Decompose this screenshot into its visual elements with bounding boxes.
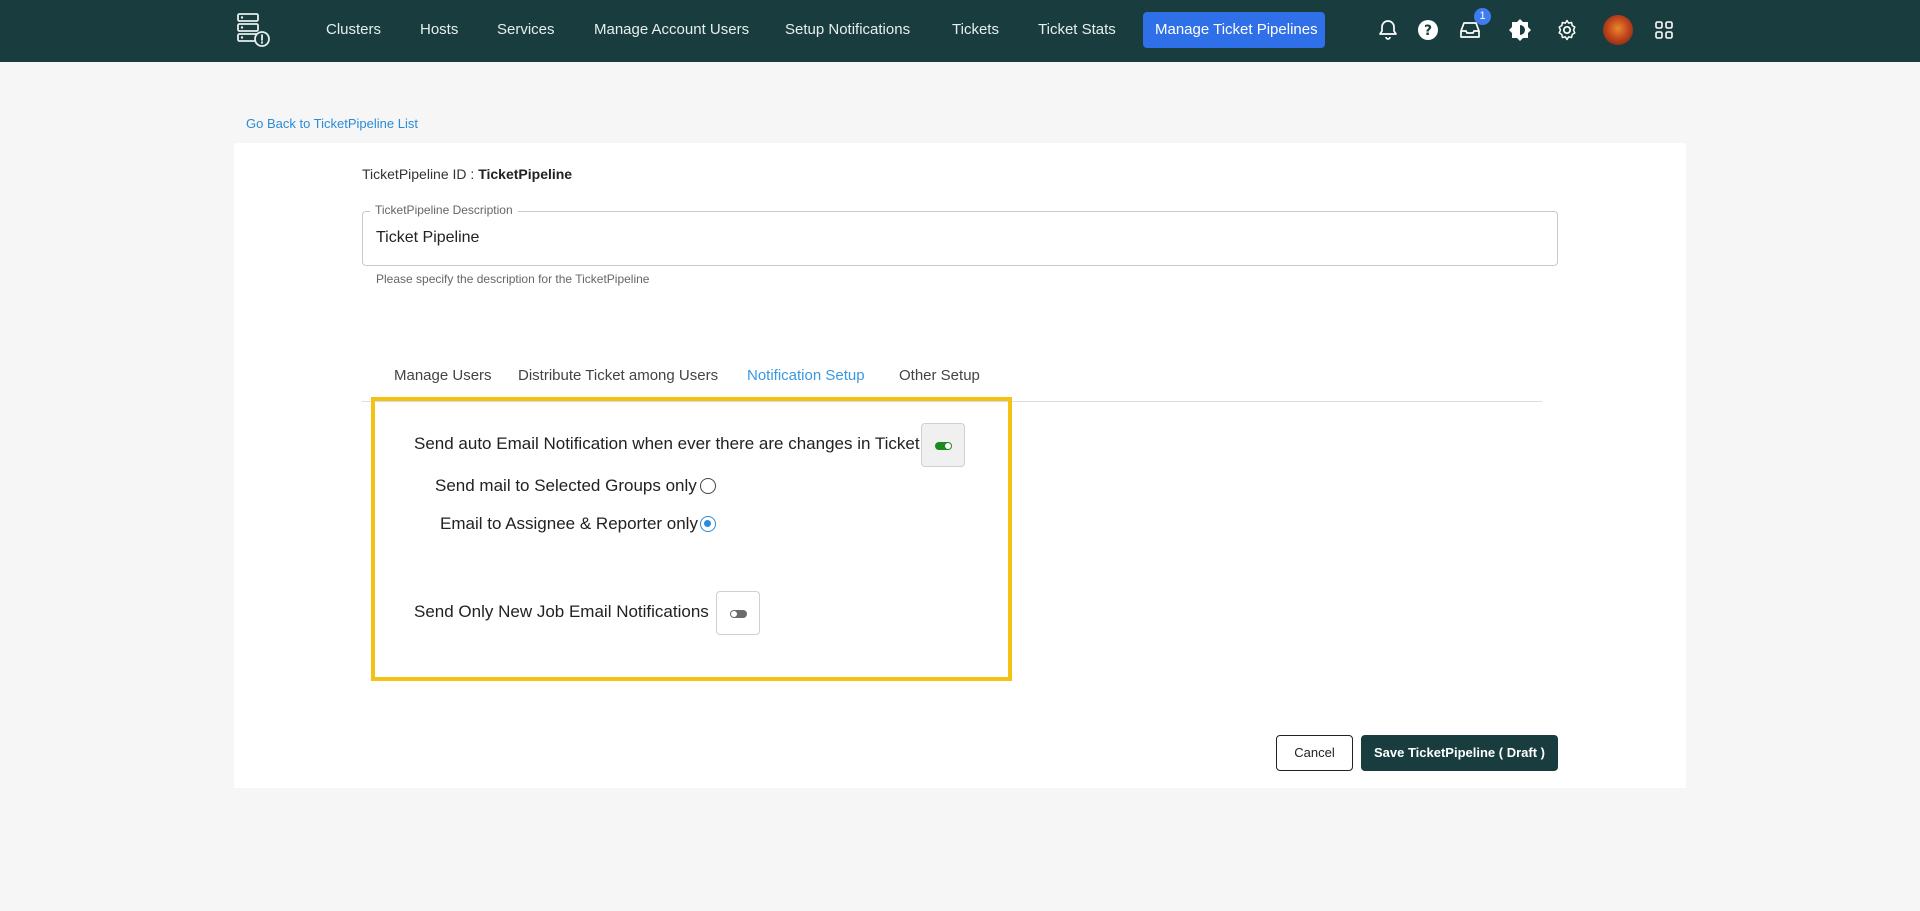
- tab-other-setup[interactable]: Other Setup: [899, 367, 980, 384]
- apps-grid-icon[interactable]: [1652, 18, 1676, 42]
- pipeline-id-label: TicketPipeline ID :: [362, 166, 479, 182]
- pipeline-id: TicketPipeline ID : TicketPipeline: [362, 166, 572, 182]
- gear-icon[interactable]: [1555, 18, 1579, 42]
- nav-services[interactable]: Services: [497, 0, 555, 62]
- description-label: TicketPipeline Description: [370, 203, 518, 217]
- nav-manage-ticket-pipelines[interactable]: Manage Ticket Pipelines: [1143, 12, 1325, 48]
- nav-tickets[interactable]: Tickets: [952, 0, 999, 62]
- nav-setup-notifications[interactable]: Setup Notifications: [785, 0, 910, 62]
- back-to-pipeline-list-link[interactable]: Go Back to TicketPipeline List: [246, 116, 418, 131]
- cancel-button[interactable]: Cancel: [1276, 735, 1353, 771]
- svg-text:?: ?: [1424, 23, 1432, 39]
- groups-only-radio[interactable]: [700, 478, 716, 494]
- new-job-toggle[interactable]: [716, 591, 760, 635]
- toggle-on-icon: [935, 442, 952, 450]
- assignee-reporter-label: Email to Assignee & Reporter only: [440, 514, 698, 533]
- auto-email-label: Send auto Email Notification when ever t…: [414, 434, 920, 453]
- tab-distribute-ticket[interactable]: Distribute Ticket among Users: [518, 367, 718, 384]
- new-job-label: Send Only New Job Email Notifications: [414, 602, 709, 621]
- auto-email-toggle[interactable]: [921, 423, 965, 467]
- groups-only-label: Send mail to Selected Groups only: [435, 476, 697, 495]
- save-draft-button[interactable]: Save TicketPipeline ( Draft ): [1361, 735, 1558, 771]
- description-field[interactable]: [362, 211, 1558, 266]
- help-icon[interactable]: ?: [1416, 18, 1440, 42]
- theme-icon[interactable]: [1508, 18, 1532, 42]
- pipeline-id-value: TicketPipeline: [478, 166, 573, 182]
- description-helper-text: Please specify the description for the T…: [376, 272, 650, 286]
- tab-notification-setup[interactable]: Notification Setup: [747, 367, 865, 384]
- nav-manage-account-users[interactable]: Manage Account Users: [594, 0, 749, 62]
- description-input[interactable]: Ticket Pipeline: [376, 229, 479, 247]
- tab-manage-users[interactable]: Manage Users: [394, 367, 492, 384]
- inbox-count-badge: 1: [1474, 8, 1491, 25]
- avatar[interactable]: [1603, 15, 1633, 45]
- bell-icon[interactable]: [1376, 18, 1400, 42]
- top-nav: Clusters Hosts Services Manage Account U…: [0, 0, 1920, 62]
- assignee-reporter-radio[interactable]: [700, 516, 716, 532]
- app-logo-icon[interactable]: [234, 10, 274, 50]
- nav-hosts[interactable]: Hosts: [420, 0, 458, 62]
- nav-ticket-stats[interactable]: Ticket Stats: [1038, 0, 1116, 62]
- toggle-off-icon: [730, 610, 747, 618]
- nav-clusters[interactable]: Clusters: [326, 0, 381, 62]
